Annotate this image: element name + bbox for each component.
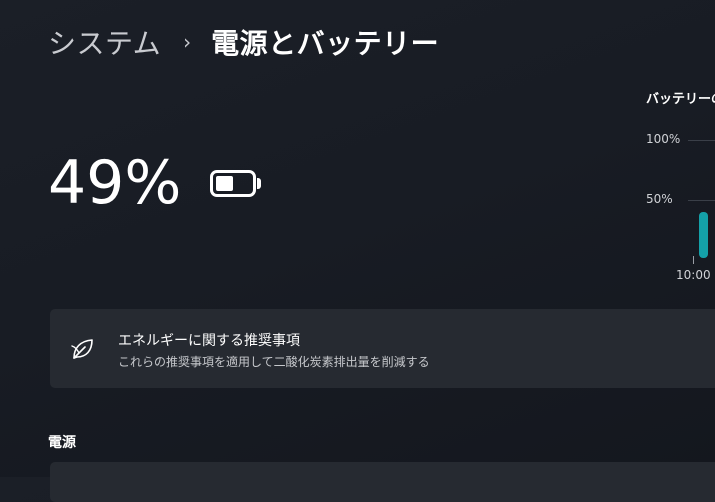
recommendations-title: エネルギーに関する推奨事項 [118, 333, 300, 349]
y-tick-label: 100% [646, 132, 681, 146]
chevron-right-icon: › [183, 30, 192, 54]
x-tick-label: 10:00 [676, 268, 711, 282]
battery-usage-chart: バッテリーの 100% 50% 10:00 [630, 80, 715, 300]
grid-line [688, 200, 715, 201]
y-tick-label: 50% [646, 192, 673, 206]
breadcrumb-system-link[interactable]: システム [48, 22, 161, 62]
power-mode-card[interactable] [50, 462, 715, 502]
energy-recommendations-card[interactable]: エネルギーに関する推奨事項 これらの推奨事項を適用して二酸化炭素排出量を削減する [50, 309, 715, 388]
breadcrumb: システム › 電源とバッテリー [48, 22, 439, 62]
chart-bar[interactable] [699, 212, 708, 258]
leaf-icon [71, 339, 93, 359]
power-section-heading: 電源 [48, 435, 76, 451]
grid-line [688, 140, 715, 141]
battery-level-fill [216, 176, 233, 191]
x-tick-mark [693, 256, 694, 264]
battery-icon [210, 170, 261, 200]
recommendations-subtitle: これらの推奨事項を適用して二酸化炭素排出量を削減する [118, 355, 430, 369]
page-title: 電源とバッテリー [211, 27, 440, 60]
battery-percentage: 49% [48, 148, 182, 218]
chart-title: バッテリーの [646, 92, 715, 107]
battery-terminal [257, 178, 261, 189]
